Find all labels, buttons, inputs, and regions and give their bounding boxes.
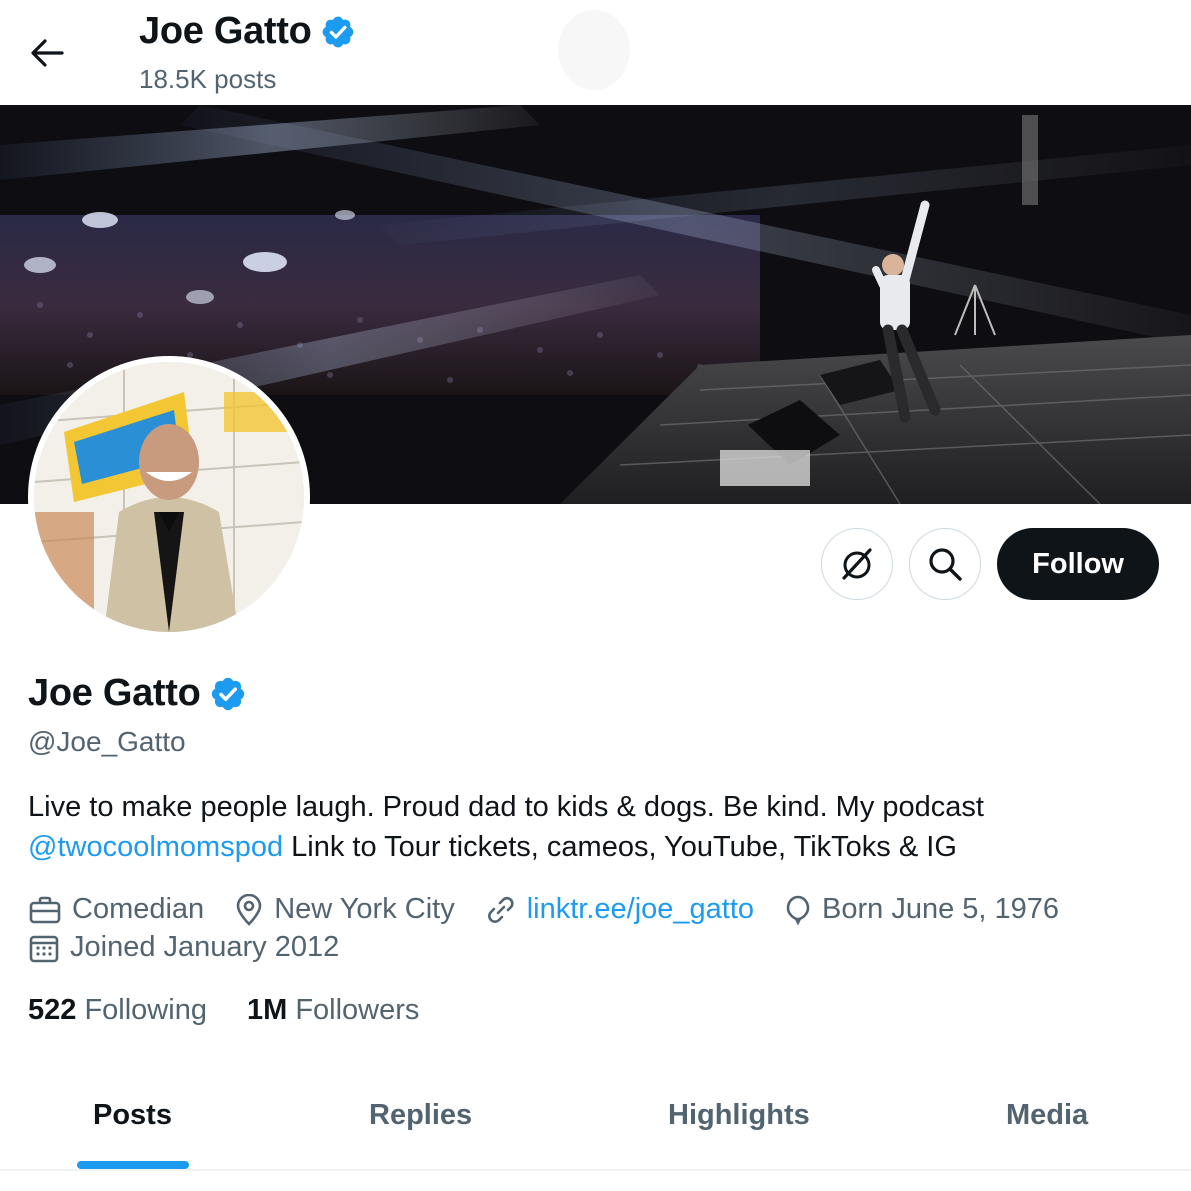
tab-media[interactable]: Media bbox=[1006, 1099, 1088, 1132]
back-button[interactable] bbox=[22, 30, 72, 76]
following-count: 522 bbox=[28, 994, 77, 1026]
meta-location: New York City bbox=[234, 893, 455, 926]
joined-text: Joined January 2012 bbox=[70, 931, 340, 963]
profile-actions: Follow bbox=[821, 528, 1159, 600]
profile-meta-row-joined: Joined January 2012 bbox=[28, 931, 369, 964]
display-name: Joe Gatto bbox=[28, 672, 201, 714]
location-pin-icon bbox=[236, 893, 262, 926]
verified-badge-icon bbox=[322, 16, 353, 47]
arrow-left-icon bbox=[31, 39, 64, 67]
bio-text: Live to make people laugh. Proud dad to … bbox=[28, 791, 984, 823]
avatar-photo bbox=[34, 362, 304, 632]
bio-mention-link[interactable]: @twocoolmomspod bbox=[28, 831, 283, 863]
profile-meta-row: Comedian New York City linktr.ee/joe_gat… bbox=[28, 893, 1089, 926]
follow-button[interactable]: Follow bbox=[997, 528, 1159, 600]
followers-stat[interactable]: 1M Followers bbox=[247, 994, 419, 1027]
meta-profession: Comedian bbox=[28, 893, 204, 926]
search-icon bbox=[929, 548, 962, 581]
profile-bio: Live to make people laugh. Proud dad to … bbox=[28, 787, 1148, 867]
search-profile-button[interactable] bbox=[909, 528, 982, 600]
link-icon bbox=[487, 896, 514, 923]
verified-badge-icon[interactable] bbox=[209, 675, 247, 713]
top-bar: Joe Gatto 18.5K posts bbox=[0, 0, 1191, 105]
following-label: Following bbox=[84, 994, 207, 1026]
follow-stats: 522 Following 1M Followers bbox=[28, 994, 459, 1027]
calendar-icon bbox=[29, 935, 59, 962]
avatar-image bbox=[34, 362, 304, 632]
header-title: Joe Gatto bbox=[139, 10, 312, 52]
display-name-row: Joe Gatto bbox=[28, 672, 247, 715]
grok-icon bbox=[842, 548, 872, 580]
tab-highlights[interactable]: Highlights bbox=[668, 1099, 810, 1132]
following-stat[interactable]: 522 Following bbox=[28, 994, 207, 1027]
tab-replies[interactable]: Replies bbox=[369, 1099, 472, 1132]
briefcase-icon bbox=[29, 896, 61, 923]
profile-avatar[interactable] bbox=[28, 356, 310, 638]
followers-count: 1M bbox=[246, 994, 288, 1026]
website-link[interactable]: linktr.ee/joe_gatto bbox=[527, 893, 754, 926]
followers-label: Followers bbox=[295, 994, 420, 1026]
loading-indicator bbox=[558, 10, 630, 90]
header-posts-count: 18.5K posts bbox=[139, 64, 277, 94]
profile-tabs: Posts Replies Highlights Media bbox=[0, 1085, 1191, 1171]
meta-joined: Joined January 2012 bbox=[28, 931, 339, 964]
header-title-row: Joe Gatto bbox=[139, 10, 356, 53]
meta-website: linktr.ee/joe_gatto bbox=[485, 893, 754, 926]
user-handle: @Joe_Gatto bbox=[28, 726, 186, 757]
profession-text: Comedian bbox=[72, 893, 205, 925]
active-tab-indicator bbox=[77, 1161, 189, 1169]
grok-button[interactable] bbox=[821, 528, 894, 600]
birthday-text: Born June 5, 1976 bbox=[822, 893, 1060, 925]
tab-posts[interactable]: Posts bbox=[93, 1099, 172, 1132]
balloon-icon bbox=[786, 895, 810, 925]
bio-text-continued: Link to Tour tickets, cameos, YouTube, T… bbox=[283, 831, 957, 863]
meta-birthday: Born June 5, 1976 bbox=[784, 893, 1059, 926]
location-text: New York City bbox=[274, 893, 455, 925]
